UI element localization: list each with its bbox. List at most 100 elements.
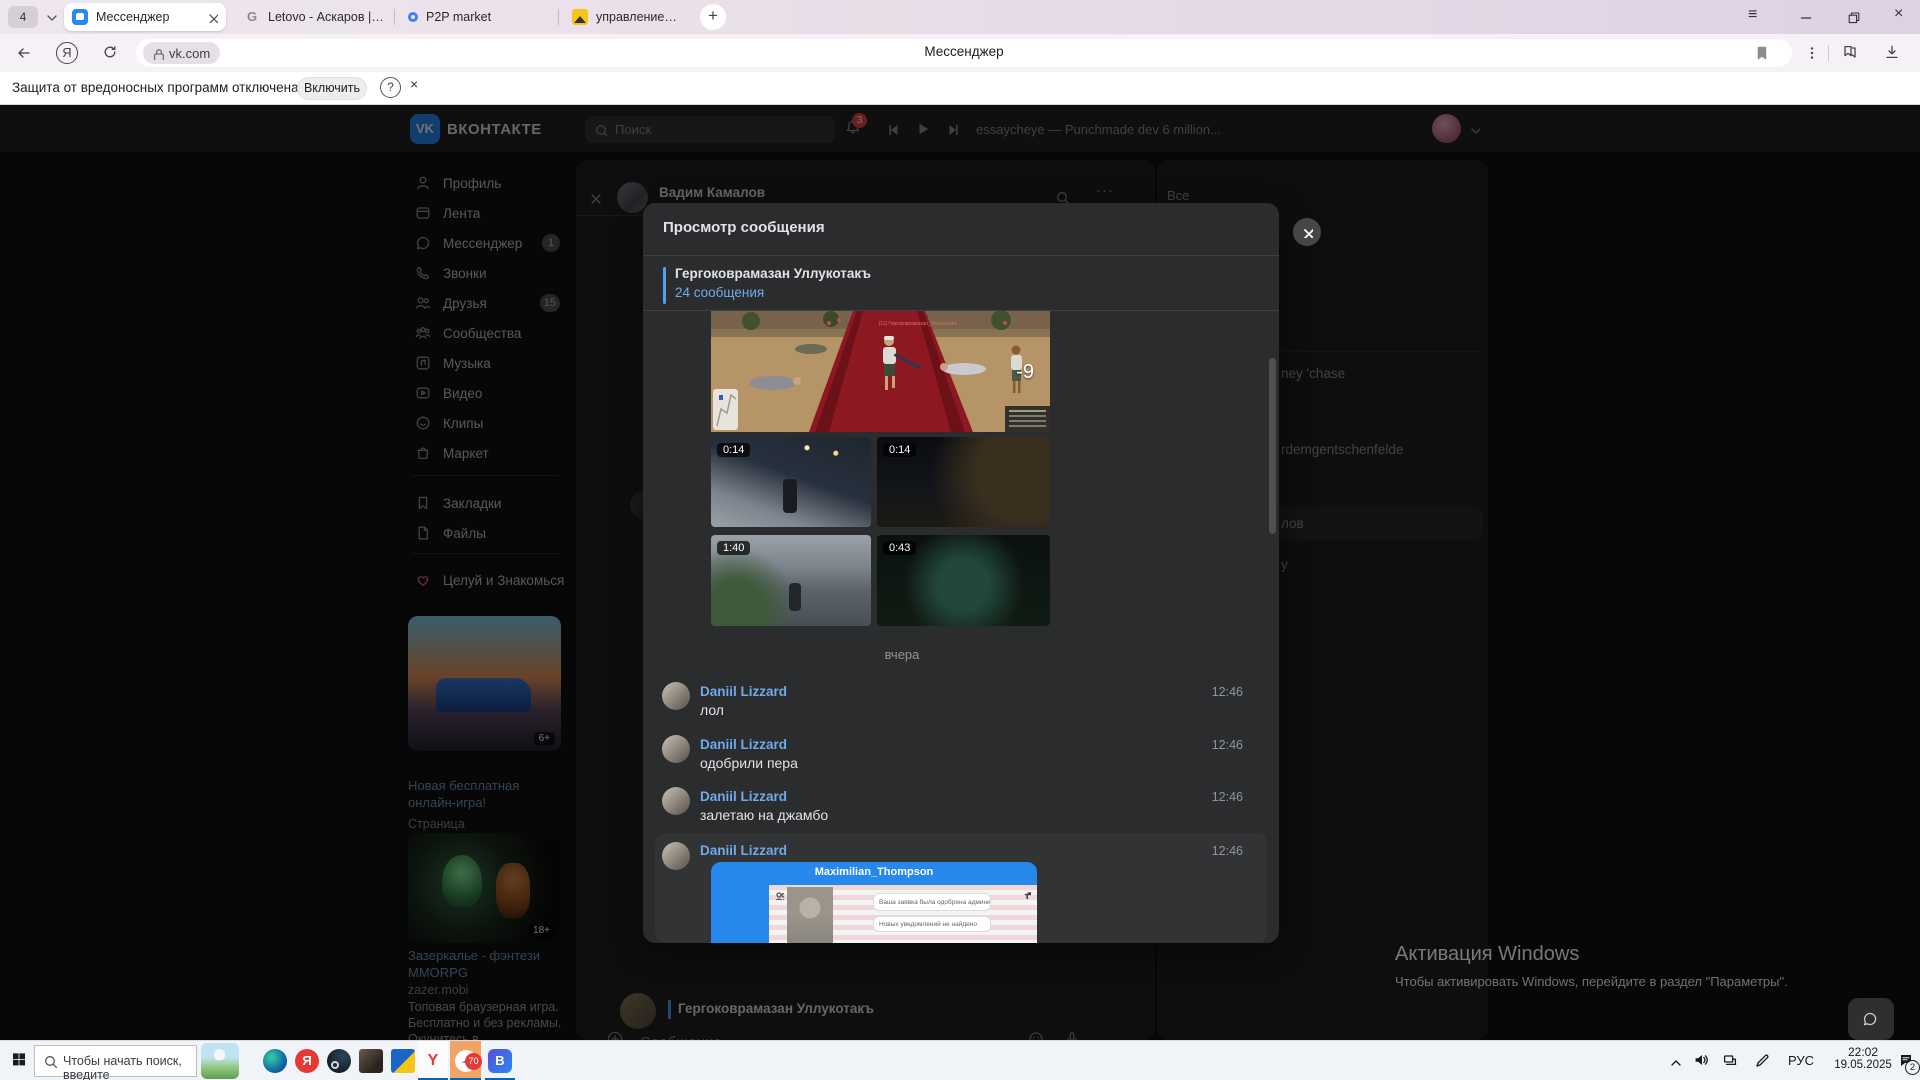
volume-icon[interactable] [1693,1052,1711,1070]
toolbar-divider [1828,45,1829,61]
support-chat-widget-button[interactable] [1848,998,1894,1040]
tray-date: 19.05.2025 [1828,1059,1898,1071]
message-text: залетаю на джамбо [700,807,828,823]
desktop: 4 Мессенджер G Letovo - Аскаров | Gambit… [0,0,1920,1080]
address-bar[interactable]: vk.com Мессенджер [136,39,1792,67]
video-duration-badge: 1:40 [717,541,750,555]
sender-avatar[interactable] [662,842,690,870]
message-text: лол [700,702,724,718]
page-title: Мессенджер [804,44,1124,59]
card-screenshot: Ваша заявка была одобрена администраторо… [769,885,1037,943]
message-row-highlighted[interactable]: Daniil Lizzard 12:46 Maximilian_Thompson… [655,833,1267,943]
tab-separator [394,9,395,25]
sender-avatar[interactable] [662,682,690,710]
taskbar-gta[interactable] [387,1041,419,1080]
taskbar-photo-app[interactable] [355,1041,387,1080]
start-button[interactable] [11,1051,31,1071]
message-time: 12:46 [1212,685,1243,699]
windows-taskbar: Чтобы начать поиск, введите Я Y 70 B РУС… [0,1040,1920,1080]
lock-icon [151,47,164,60]
tray-time: 22:02 [1828,1045,1898,1059]
pen-icon[interactable] [1754,1053,1771,1070]
tab-title: Мессенджер [96,10,206,24]
tab-messenger[interactable]: Мессенджер [64,3,226,31]
video-thumbnail[interactable]: 0:14 [711,437,871,527]
message-image-card[interactable]: Maximilian_Thompson Ваша заявка была одо… [711,862,1037,943]
tab-separator [558,9,559,25]
back-icon[interactable] [16,45,33,62]
window-close-icon[interactable]: × [1894,5,1903,23]
image-favicon [572,9,588,25]
sender-name[interactable]: Daniil Lizzard [700,737,787,752]
sender-name[interactable]: Daniil Lizzard [700,843,787,858]
sender-avatar[interactable] [662,735,690,763]
toolbar-dots-icon[interactable] [1804,45,1820,61]
window-restore-icon[interactable] [1846,10,1860,24]
tab-title: управление нба 2к14 на к [596,10,680,24]
modal-reply-count-link[interactable]: 24 сообщения [675,285,764,300]
url-pill[interactable]: vk.com [143,42,220,64]
card-notification: Новых уведомлений не найдено [873,916,991,932]
taskbar-download-app[interactable]: 70 [450,1041,481,1080]
modal-reply-bar [663,267,666,304]
video-thumbnail[interactable]: 0:43 [877,535,1050,626]
tray-chevron-up-icon[interactable] [1668,1055,1681,1068]
video-thumbnail[interactable]: 0:14 [877,437,1050,527]
sender-avatar[interactable] [662,787,690,815]
modal-title: Просмотр сообщения [663,219,825,236]
clock[interactable]: 22:02 19.05.2025 [1828,1045,1898,1071]
modal-reply-name: Гергоковрамазан Уллукотакъ [675,266,871,281]
tabs-chevron-down-icon[interactable] [44,10,58,24]
warning-text: Защита от вредоносных программ отключена [12,80,299,95]
bookmark-flag-icon[interactable] [1754,45,1769,60]
message-photo[interactable]: [11] Гергоковрамазан_Уллукотакъ -9 [711,311,1050,432]
modal-scrollbar[interactable] [1269,358,1276,534]
collections-icon[interactable] [1842,44,1859,61]
window-minimize-icon[interactable] [1798,10,1812,24]
taskbar-vk[interactable]: B [485,1041,515,1080]
download-icon[interactable] [1884,44,1901,61]
video-duration-badge: 0:14 [717,443,750,457]
help-icon[interactable]: ? [380,77,401,98]
taskbar-yandex[interactable]: Я [291,1041,323,1080]
network-icon[interactable] [1722,1052,1741,1071]
video-thumbnail[interactable]: 1:40 [711,535,871,626]
browser-tab-bar: 4 Мессенджер G Letovo - Аскаров | Gambit… [0,0,1920,34]
trash-icon [1022,890,1031,899]
language-indicator[interactable]: РУС [1788,1053,1814,1068]
warning-close-icon[interactable]: × [410,76,418,92]
message-text: одобрили пера [700,755,798,771]
modal-close-button[interactable] [1293,218,1321,246]
weather-widget[interactable] [201,1043,239,1079]
tab-counter[interactable]: 4 [8,6,38,28]
new-tab-button[interactable]: + [700,4,726,30]
vk-page: VK ВКОНТАКТЕ Поиск 3 essaycheye — Punchm… [0,105,1920,1040]
sender-name[interactable]: Daniil Lizzard [700,789,787,804]
taskbar-search-box[interactable]: Чтобы начать поиск, введите [34,1045,197,1077]
ring-favicon [408,12,418,22]
taskbar-edge[interactable] [259,1041,291,1080]
tab-title: Letovo - Аскаров | Gambit [268,10,384,24]
reload-icon[interactable] [102,44,119,61]
taskbar-yandex-browser[interactable]: Y [418,1041,448,1080]
sender-name[interactable]: Daniil Lizzard [700,684,787,699]
windows-activation-subtitle: Чтобы активировать Windows, перейдите в … [1395,974,1788,989]
observatory-graphic [214,1049,225,1060]
taskbar-search-placeholder: Чтобы начать поиск, введите [63,1054,196,1080]
card-title: Maximilian_Thompson [711,866,1037,878]
tab-title: P2P market [426,10,548,24]
tab-p2p[interactable]: P2P market [400,3,556,31]
tab-letovo[interactable]: G Letovo - Аскаров | Gambit [236,3,392,31]
search-icon [43,1054,57,1068]
message-time: 12:46 [1212,844,1243,858]
browser-menu-icon[interactable]: ≡ [1748,6,1757,24]
message-view-modal: Просмотр сообщения Гергоковрамазан Уллук… [643,203,1279,943]
svg-text:[11] Гергоковрамазан_Уллукотак: [11] Гергоковрамазан_Уллукотакъ [879,321,957,327]
taskbar-steam[interactable] [323,1041,355,1080]
tab-close-icon[interactable] [206,11,218,23]
enable-protection-button[interactable]: Включить [297,77,367,100]
tab-nba[interactable]: управление нба 2к14 на к [564,3,688,31]
yandex-button[interactable]: Я [56,42,78,64]
players-icon [773,889,784,900]
game-character [787,887,833,943]
